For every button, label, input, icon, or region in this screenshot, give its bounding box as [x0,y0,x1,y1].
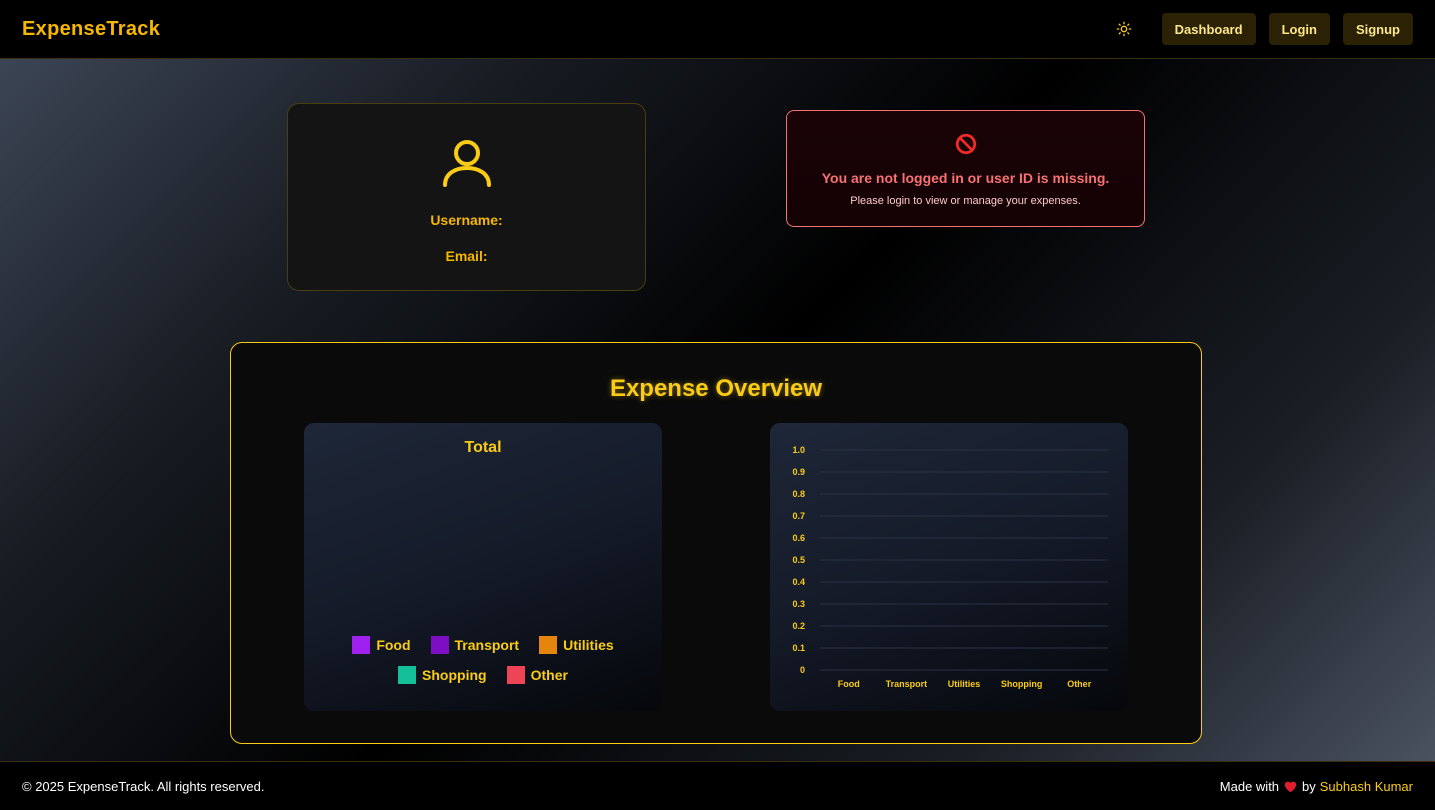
y-tick-label: 0.5 [792,555,805,565]
pie-chart-legend: Food Transport Utilities Shopping Other [304,636,662,684]
y-tick-label: 0.3 [792,599,805,609]
username-label: Username: [430,212,503,228]
legend-swatch [398,666,417,684]
x-tick-label: Food [838,679,860,689]
theme-toggle-button[interactable] [1113,18,1135,40]
top-navbar: ExpenseTrack Dashboard Login Signup [0,0,1435,59]
signup-button[interactable]: Signup [1342,13,1413,45]
y-tick-label: 0.2 [792,621,805,631]
footer-credit: Made with by Subhash Kumar [1220,779,1413,794]
legend-label: Other [530,667,568,683]
legend-item-utilities[interactable]: Utilities [539,636,614,654]
x-tick-label: Transport [886,679,928,689]
x-tick-label: Shopping [1001,679,1043,689]
legend-label: Transport [454,637,520,653]
legend-item-transport[interactable]: Transport [430,636,520,654]
legend-label: Food [376,637,411,653]
y-tick-label: 0 [800,665,805,675]
legend-swatch [352,636,371,654]
legend-swatch [506,666,525,684]
heart-icon [1284,781,1297,793]
prohibited-icon [955,133,977,160]
legend-item-food[interactable]: Food [352,636,411,654]
dashboard-button[interactable]: Dashboard [1161,13,1256,45]
nav-bar: Dashboard Login Signup [1113,13,1413,45]
y-tick-label: 0.4 [792,577,805,587]
made-with-text: Made with [1219,778,1280,794]
legend-item-shopping[interactable]: Shopping [398,666,487,684]
login-button[interactable]: Login [1268,13,1330,45]
email-label: Email: [445,248,488,264]
error-subtitle: Please login to view or manage your expe… [850,195,1081,207]
y-tick-label: 0.1 [792,643,805,653]
legend-swatch [430,636,449,654]
y-tick-label: 0.6 [792,533,805,543]
pie-chart-title: Total [464,439,502,456]
footer: © 2025 ExpenseTrack. All rights reserved… [0,761,1435,810]
footer-copyright: © 2025 ExpenseTrack. All rights reserved… [22,778,265,794]
user-icon [441,137,493,194]
by-text: by [1302,778,1316,794]
profile-card: Username: Email: [287,103,646,291]
y-tick-label: 0.9 [792,467,805,477]
sun-icon [1116,21,1131,37]
bar-chart-panel: 0 0.1 0.2 0.3 0.4 0.5 0.6 0.7 0.8 0.9 1.0 Food Trans… [770,423,1128,711]
bar-chart: 0 0.1 0.2 0.3 0.4 0.5 0.6 0.7 0.8 0.9 1.0 Food Trans… [792,445,1108,689]
y-tick-label: 0.8 [792,489,805,499]
brand-logo[interactable]: ExpenseTrack [22,18,160,41]
expense-overview-card: Expense Overview Total Food Transport Util… [230,342,1202,744]
legend-label: Utilities [563,637,614,653]
error-title: You are not logged in or user ID is miss… [821,170,1110,186]
overview-title: Expense Overview [609,375,823,402]
y-tick-label: 1.0 [792,445,805,455]
legend-swatch [539,636,558,654]
legend-label: Shopping [422,667,487,683]
pie-chart-panel: Total Food Transport Utilities Shopping Othe… [304,423,662,711]
y-tick-label: 0.7 [792,511,805,521]
main-content: Username: Email: You are not logged in o… [0,59,1435,761]
x-tick-label: Utilities [948,679,981,689]
author-link[interactable]: Subhash Kumar [1320,779,1413,794]
x-tick-label: Other [1067,679,1092,689]
legend-item-other[interactable]: Other [506,666,568,684]
login-error-alert: You are not logged in or user ID is miss… [786,110,1145,227]
